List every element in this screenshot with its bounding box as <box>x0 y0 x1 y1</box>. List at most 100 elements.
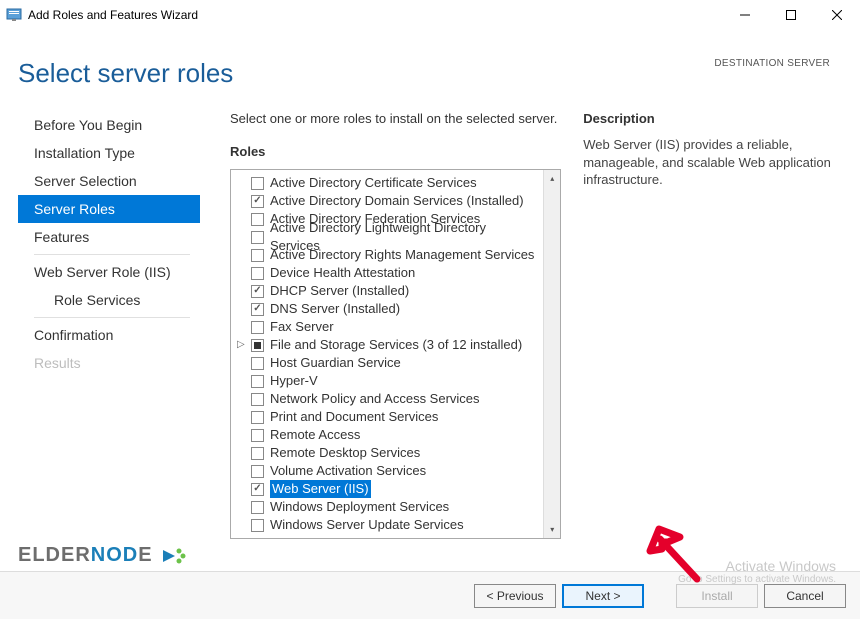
scrollbar[interactable]: ▴ ▾ <box>543 170 560 538</box>
role-checkbox[interactable] <box>251 213 264 226</box>
role-row[interactable]: Active Directory Certificate Services <box>251 174 539 192</box>
role-row[interactable]: ▷File and Storage Services (3 of 12 inst… <box>251 336 539 354</box>
role-row[interactable]: Print and Document Services <box>251 408 539 426</box>
wizard-body: Before You BeginInstallation TypeServer … <box>0 89 860 539</box>
nav-item-confirmation[interactable]: Confirmation <box>18 321 200 349</box>
watermark-line1: Activate Windows <box>678 559 836 574</box>
role-row[interactable]: Volume Activation Services <box>251 462 539 480</box>
role-label: Active Directory Rights Management Servi… <box>270 246 534 264</box>
install-button[interactable]: Install <box>676 584 758 608</box>
role-row[interactable]: Active Directory Lightweight Directory S… <box>251 228 539 246</box>
role-checkbox[interactable] <box>251 519 264 532</box>
role-checkbox[interactable] <box>251 231 264 244</box>
scroll-up-button[interactable]: ▴ <box>544 170 560 187</box>
next-button[interactable]: Next > <box>562 584 644 608</box>
role-checkbox[interactable] <box>251 285 264 298</box>
role-label: Active Directory Domain Services (Instal… <box>270 192 524 210</box>
nav-item-server-selection[interactable]: Server Selection <box>18 167 200 195</box>
role-checkbox[interactable] <box>251 465 264 478</box>
nav-item-role-services[interactable]: Role Services <box>18 286 200 314</box>
nav-separator <box>34 254 190 255</box>
role-label: Windows Server Update Services <box>270 516 464 534</box>
role-checkbox[interactable] <box>251 429 264 442</box>
role-label: Host Guardian Service <box>270 354 401 372</box>
activate-windows-watermark: Activate Windows Go to Settings to activ… <box>678 559 836 585</box>
role-label: DHCP Server (Installed) <box>270 282 409 300</box>
role-row[interactable]: Remote Access <box>251 426 539 444</box>
role-label: Network Policy and Access Services <box>270 390 480 408</box>
description-heading: Description <box>583 111 838 126</box>
role-row[interactable]: DHCP Server (Installed) <box>251 282 539 300</box>
role-row[interactable]: Remote Desktop Services <box>251 444 539 462</box>
role-label: Fax Server <box>270 318 334 336</box>
role-row[interactable]: Hyper-V <box>251 372 539 390</box>
role-label: Hyper-V <box>270 372 318 390</box>
role-checkbox[interactable] <box>251 375 264 388</box>
description-column: Description Web Server (IIS) provides a … <box>561 111 838 539</box>
nav-item-features[interactable]: Features <box>18 223 200 251</box>
watermark-line2: Go to Settings to activate Windows. <box>678 574 836 585</box>
role-checkbox[interactable] <box>251 393 264 406</box>
role-row[interactable]: Network Policy and Access Services <box>251 390 539 408</box>
role-row[interactable]: Device Health Attestation <box>251 264 539 282</box>
role-row[interactable]: DNS Server (Installed) <box>251 300 539 318</box>
role-checkbox[interactable] <box>251 411 264 424</box>
nav-item-web-server-role-iis-[interactable]: Web Server Role (IIS) <box>18 258 200 286</box>
roles-list[interactable]: Active Directory Certificate ServicesAct… <box>231 170 543 538</box>
window-title: Add Roles and Features Wizard <box>28 8 722 22</box>
role-checkbox[interactable] <box>251 249 264 262</box>
scroll-down-button[interactable]: ▾ <box>544 521 560 538</box>
role-label: Volume Activation Services <box>270 462 426 480</box>
role-checkbox[interactable] <box>251 321 264 334</box>
wizard-main: Select one or more roles to install on t… <box>200 111 860 539</box>
role-checkbox[interactable] <box>251 447 264 460</box>
maximize-button[interactable] <box>768 0 814 30</box>
role-label: DNS Server (Installed) <box>270 300 400 318</box>
role-row[interactable]: Fax Server <box>251 318 539 336</box>
expander-icon[interactable]: ▷ <box>237 336 245 354</box>
wizard-header: Select server roles DESTINATION SERVER <box>0 30 860 89</box>
role-row[interactable]: Active Directory Domain Services (Instal… <box>251 192 539 210</box>
role-checkbox[interactable] <box>251 195 264 208</box>
description-text: Web Server (IIS) provides a reliable, ma… <box>583 136 838 189</box>
role-checkbox[interactable] <box>251 303 264 316</box>
role-checkbox[interactable] <box>251 339 264 352</box>
nav-item-server-roles[interactable]: Server Roles <box>18 195 200 223</box>
role-row[interactable]: Windows Server Update Services <box>251 516 539 534</box>
minimize-button[interactable] <box>722 0 768 30</box>
role-label: Print and Document Services <box>270 408 438 426</box>
previous-button[interactable]: < Previous <box>474 584 556 608</box>
role-label: Active Directory Certificate Services <box>270 174 477 192</box>
role-checkbox[interactable] <box>251 501 264 514</box>
roles-heading: Roles <box>230 144 561 159</box>
role-checkbox[interactable] <box>251 483 264 496</box>
server-manager-icon <box>6 7 22 23</box>
nav-item-results: Results <box>18 349 200 377</box>
role-row[interactable]: Active Directory Rights Management Servi… <box>251 246 539 264</box>
role-label: File and Storage Services (3 of 12 insta… <box>270 336 522 354</box>
window-controls <box>722 0 860 30</box>
close-button[interactable] <box>814 0 860 30</box>
role-checkbox[interactable] <box>251 357 264 370</box>
role-row[interactable]: Web Server (IIS) <box>251 480 539 498</box>
logo-text-3: E <box>138 544 152 566</box>
logo-text-1: ELDER <box>18 544 91 566</box>
role-label: Remote Access <box>270 426 360 444</box>
role-label: Web Server (IIS) <box>270 480 371 498</box>
logo-mark-icon <box>161 546 189 566</box>
role-checkbox[interactable] <box>251 267 264 280</box>
roles-column: Select one or more roles to install on t… <box>230 111 561 539</box>
page-title: Select server roles <box>18 58 233 89</box>
logo-text-2: NOD <box>91 544 138 566</box>
role-row[interactable]: Windows Deployment Services <box>251 498 539 516</box>
role-row[interactable]: Host Guardian Service <box>251 354 539 372</box>
role-label: Remote Desktop Services <box>270 444 420 462</box>
role-label: Windows Deployment Services <box>270 498 449 516</box>
nav-item-before-you-begin[interactable]: Before You Begin <box>18 111 200 139</box>
window-titlebar: Add Roles and Features Wizard <box>0 0 860 30</box>
role-checkbox[interactable] <box>251 177 264 190</box>
nav-item-installation-type[interactable]: Installation Type <box>18 139 200 167</box>
roles-listbox: Active Directory Certificate ServicesAct… <box>230 169 561 539</box>
eldernode-logo: ELDERNODE <box>18 544 189 567</box>
cancel-button[interactable]: Cancel <box>764 584 846 608</box>
